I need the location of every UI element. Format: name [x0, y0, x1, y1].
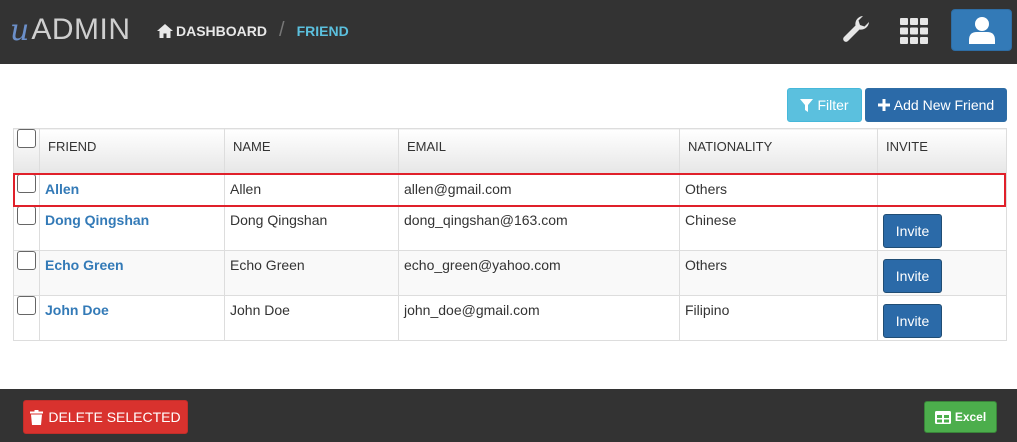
invite-cell — [877, 173, 1007, 206]
friends-table: Friend Name Email Nationality Invite All… — [13, 128, 1007, 341]
table-header-row: Friend Name Email Nationality Invite — [13, 128, 1007, 174]
friend-link[interactable]: John Doe — [45, 302, 109, 318]
select-all-cell — [13, 128, 40, 174]
plus-icon — [877, 99, 890, 111]
email-cell: allen@gmail.com — [398, 173, 680, 206]
settings-button[interactable] — [838, 12, 876, 50]
column-header-nationality[interactable]: Nationality — [679, 128, 878, 174]
friend-cell: Echo Green — [39, 250, 225, 296]
row-checkbox[interactable] — [17, 251, 36, 270]
name-cell: Dong Qingshan — [224, 205, 399, 251]
table-row: Dong Qingshan Dong Qingshan dong_qingsha… — [13, 205, 1007, 251]
column-header-email[interactable]: Email — [398, 128, 680, 174]
user-menu-button[interactable] — [951, 9, 1012, 51]
invite-button[interactable]: Invite — [883, 214, 942, 248]
nationality-cell: Chinese — [679, 205, 878, 251]
excel-label: Excel — [954, 410, 987, 424]
app-logo[interactable]: u ADMIN — [10, 10, 131, 50]
invite-cell: Invite — [877, 250, 1007, 296]
column-header-name[interactable]: Name — [224, 128, 399, 174]
filter-button-label: Filter — [817, 97, 849, 113]
table-icon — [934, 410, 951, 424]
table-row: Allen Allen allen@gmail.com Others — [13, 173, 1007, 206]
name-cell: John Doe — [224, 295, 399, 341]
invite-button[interactable]: Invite — [883, 259, 942, 293]
select-all-checkbox[interactable] — [17, 129, 36, 148]
nationality-cell: Filipino — [679, 295, 878, 341]
friend-cell: John Doe — [39, 295, 225, 341]
friend-link[interactable]: Allen — [45, 181, 79, 197]
name-cell: Echo Green — [224, 250, 399, 296]
nationality-cell: Others — [679, 250, 878, 296]
grid-icon — [900, 18, 928, 44]
filter-button[interactable]: Filter — [787, 88, 862, 122]
name-cell: Allen — [224, 173, 399, 206]
email-cell: dong_qingshan@163.com — [398, 205, 680, 251]
row-select-cell — [13, 295, 40, 341]
row-checkbox[interactable] — [17, 174, 36, 193]
logo-text: ADMIN — [31, 13, 131, 46]
breadcrumb-current: Friend — [296, 22, 349, 39]
invite-cell: Invite — [877, 205, 1007, 251]
friend-cell: Allen — [39, 173, 225, 206]
add-new-friend-button[interactable]: Add New Friend — [865, 88, 1007, 122]
wrench-icon — [843, 16, 869, 42]
home-icon — [157, 23, 173, 38]
breadcrumb: Dashboard / Friend — [157, 19, 349, 42]
user-icon — [968, 17, 995, 44]
invite-cell: Invite — [877, 295, 1007, 341]
logo-u: u — [10, 12, 30, 48]
delete-selected-button[interactable]: Delete Selected — [23, 400, 188, 434]
breadcrumb-separator: / — [279, 19, 285, 41]
invite-button[interactable]: Invite — [883, 304, 942, 338]
trash-icon — [30, 409, 44, 425]
row-checkbox[interactable] — [17, 296, 36, 315]
friend-link[interactable]: Echo Green — [45, 257, 124, 273]
apps-button[interactable] — [895, 12, 933, 50]
email-cell: john_doe@gmail.com — [398, 295, 680, 341]
filter-icon — [800, 98, 814, 112]
row-select-cell — [13, 173, 40, 206]
table-row: Echo Green Echo Green echo_green@yahoo.c… — [13, 250, 1007, 296]
excel-export-button[interactable]: Excel — [924, 401, 997, 433]
column-header-friend[interactable]: Friend — [39, 128, 225, 174]
breadcrumb-dashboard-label: Dashboard — [176, 22, 267, 39]
friend-link[interactable]: Dong Qingshan — [45, 212, 149, 228]
breadcrumb-dashboard[interactable]: Dashboard — [157, 23, 267, 39]
delete-selected-label: Delete Selected — [48, 409, 181, 425]
friend-cell: Dong Qingshan — [39, 205, 225, 251]
row-select-cell — [13, 205, 40, 251]
nationality-cell: Others — [679, 173, 878, 206]
email-cell: echo_green@yahoo.com — [398, 250, 680, 296]
row-checkbox[interactable] — [17, 206, 36, 225]
add-new-friend-label: Add New Friend — [893, 97, 995, 113]
row-select-cell — [13, 250, 40, 296]
table-row: John Doe John Doe john_doe@gmail.com Fil… — [13, 295, 1007, 341]
column-header-invite[interactable]: Invite — [877, 128, 1007, 174]
